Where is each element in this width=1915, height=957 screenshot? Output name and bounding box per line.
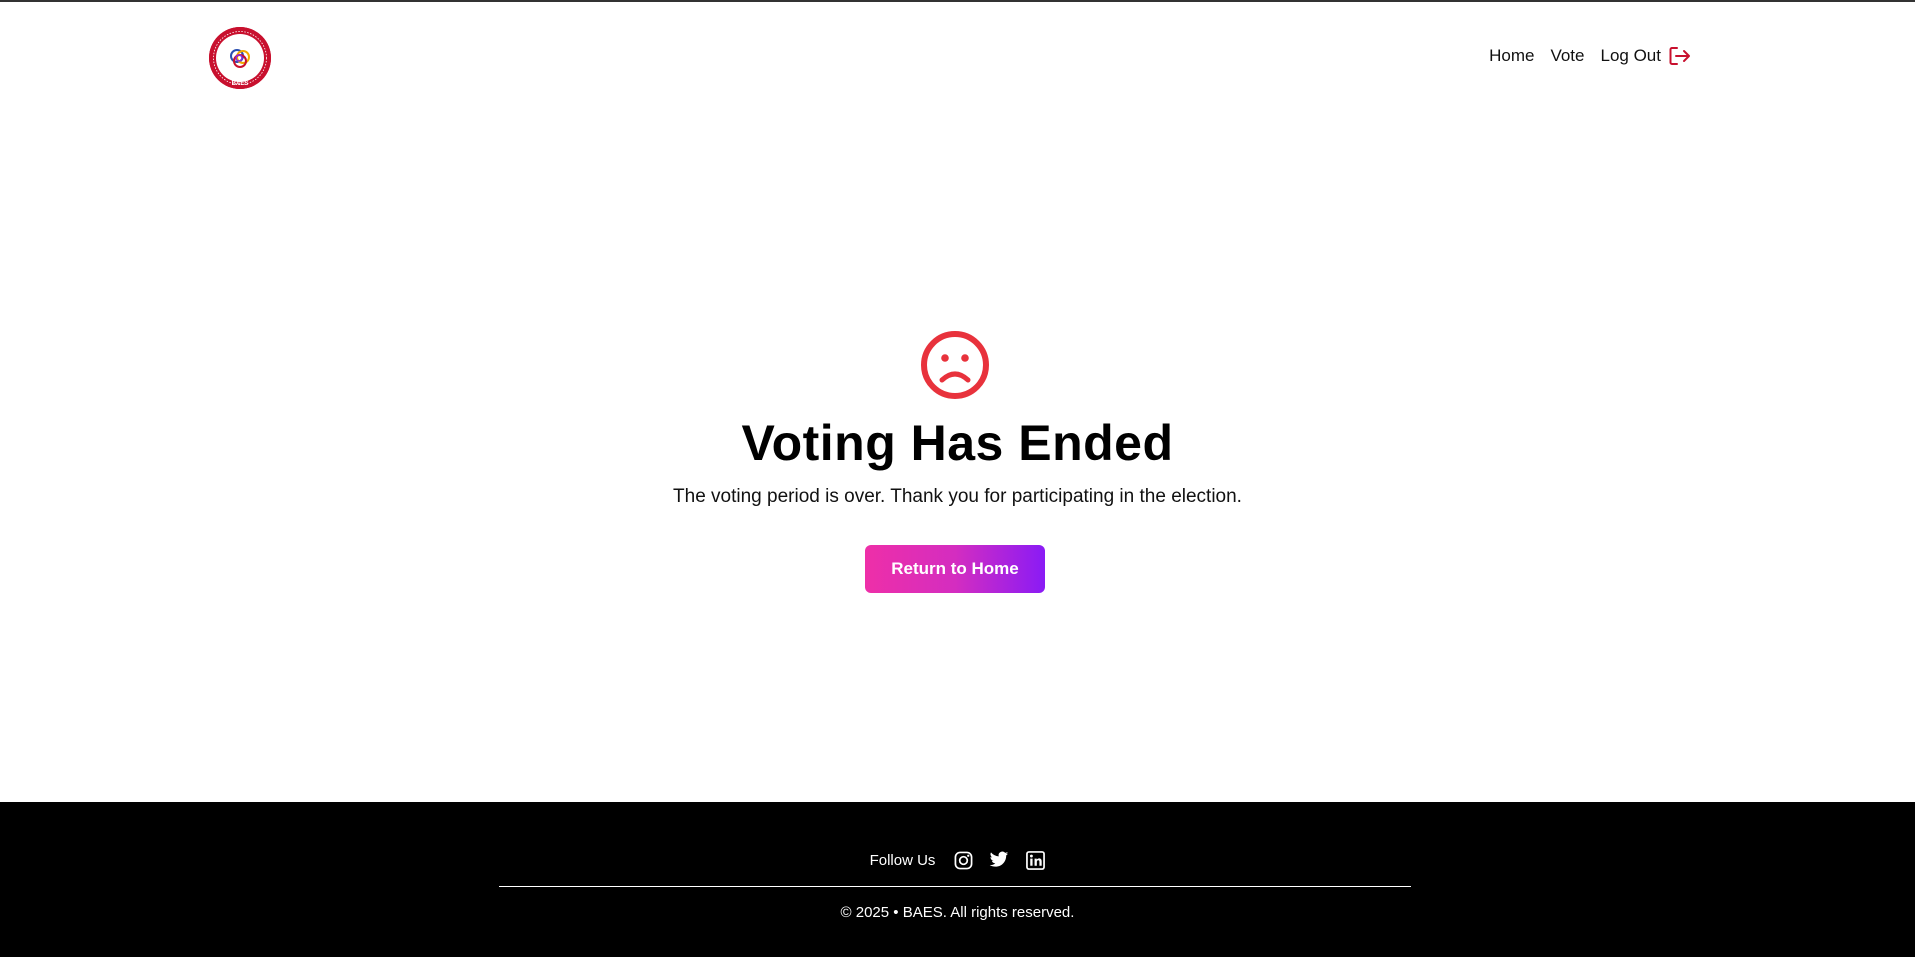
status-message: The voting period is over. Thank you for…: [673, 486, 1242, 507]
follow-us-label: Follow Us: [869, 851, 936, 869]
nav-vote-link[interactable]: Vote: [1550, 46, 1584, 66]
linkedin-icon[interactable]: [1025, 850, 1045, 870]
page-title: Voting Has Ended: [741, 415, 1174, 471]
nav-logout-label[interactable]: Log Out: [1601, 46, 1662, 66]
sad-face-icon: [921, 331, 989, 399]
site-header: BAES Home Vote Log Out: [0, 2, 1915, 112]
logout-icon[interactable]: [1669, 46, 1691, 66]
main-nav: Home Vote Log Out: [1489, 46, 1691, 66]
instagram-icon[interactable]: [953, 850, 973, 870]
svg-text:BAES: BAES: [232, 81, 249, 87]
nav-home-link[interactable]: Home: [1489, 46, 1534, 66]
page: BAES Home Vote Log Out Voting Has Ended …: [0, 0, 1915, 957]
site-footer: Follow Us © 2025 • BAES. All rights rese…: [0, 802, 1915, 957]
social-links: Follow Us: [0, 850, 1915, 870]
copyright-text: © 2025 • BAES. All rights reserved.: [840, 904, 1075, 921]
main-content: Voting Has Ended The voting period is ov…: [0, 112, 1915, 802]
twitter-icon[interactable]: [989, 850, 1009, 870]
footer-divider: [499, 886, 1411, 887]
site-logo[interactable]: BAES: [209, 27, 271, 89]
logo-emblem-icon: BAES: [209, 27, 271, 89]
logout-button[interactable]: Log Out: [1601, 46, 1692, 66]
return-home-button[interactable]: Return to Home: [865, 545, 1045, 593]
